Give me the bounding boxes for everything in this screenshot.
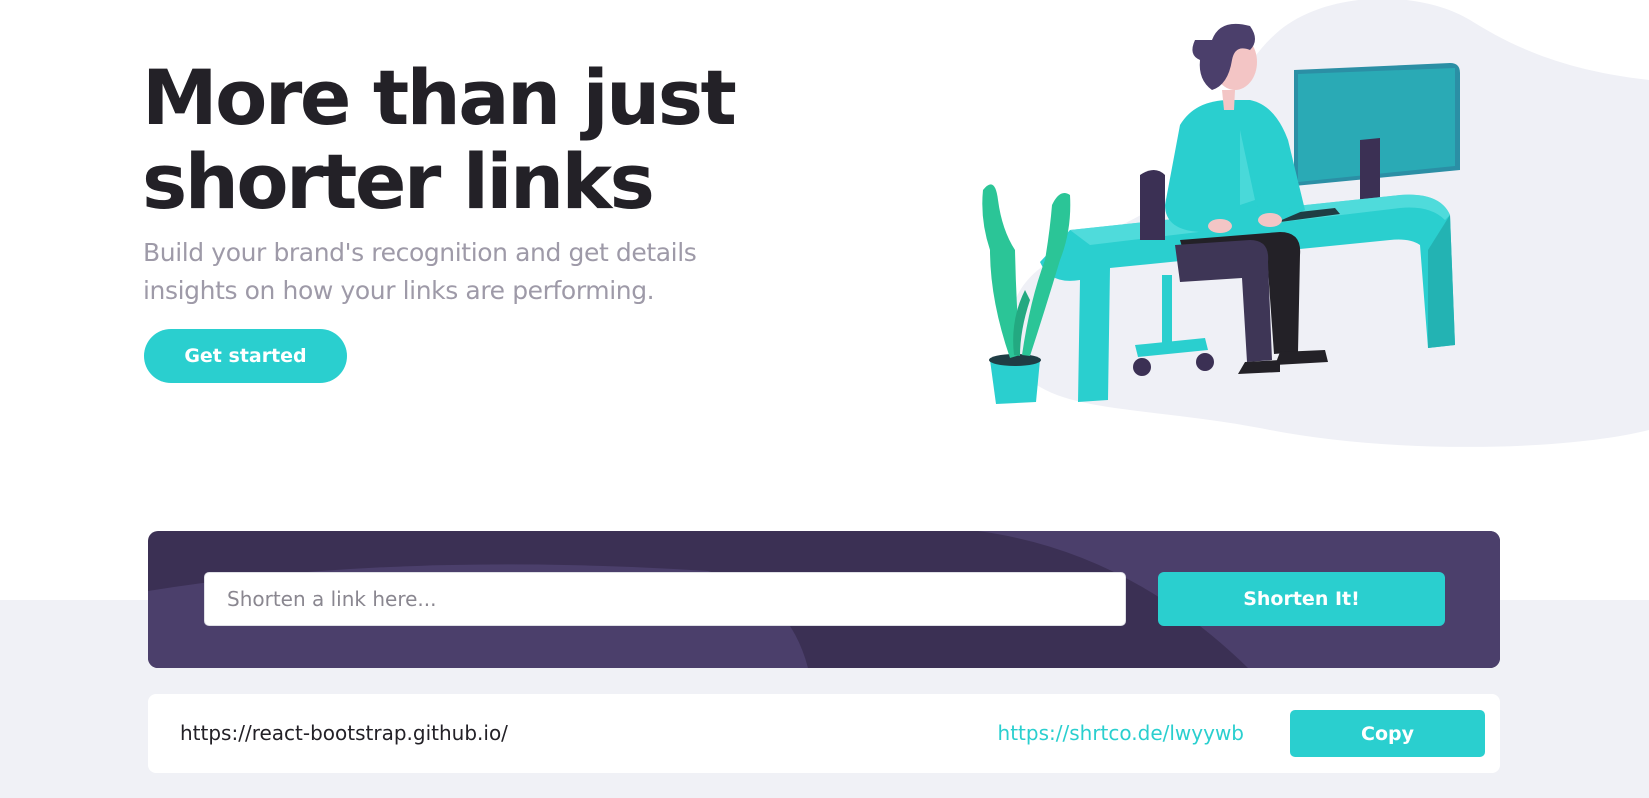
short-url-link[interactable]: https://shrtco.de/lwyywb [998,694,1244,773]
shorten-it-button[interactable]: Shorten It! [1158,572,1445,626]
shorten-link-input[interactable] [204,572,1126,626]
hero-subtitle-line-1: Build your brand's recognition and get d… [143,238,697,267]
get-started-button[interactable]: Get started [144,329,347,383]
hero-title-line-1: More than just [142,53,737,142]
copy-button[interactable]: Copy [1290,710,1485,757]
result-row: https://react-bootstrap.github.io/ https… [148,694,1500,773]
hero-subtitle-line-2: insights on how your links are performin… [143,276,655,305]
shorten-form-panel: Shorten It! [148,531,1500,668]
original-url: https://react-bootstrap.github.io/ [180,721,508,745]
person-working-at-desk-illustration [982,0,1649,447]
hero-title-line-2: shorter links [142,137,655,226]
hero-subtitle: Build your brand's recognition and get d… [143,234,783,310]
hero-title: More than just shorter links [142,56,902,224]
